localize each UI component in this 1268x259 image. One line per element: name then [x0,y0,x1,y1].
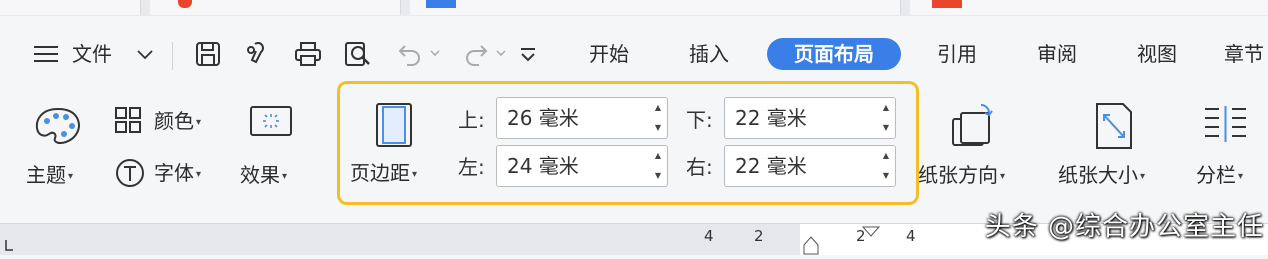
file-menu[interactable]: 文件 [72,42,112,66]
redo-icon[interactable] [460,38,492,70]
caret-down-icon: ▾ [196,168,202,180]
spin-up-icon[interactable]: ▲ [653,152,663,160]
theme-label: 主题 [26,163,66,187]
effect-label: 效果 [240,163,280,187]
size-label: 纸张大小 [1058,163,1138,187]
top-margin-value: 26 毫米 [507,106,579,130]
page-orientation-icon[interactable] [948,100,1000,152]
ruler-tick-label: 4 [906,227,916,245]
tab-home[interactable]: 开始 [576,38,642,70]
tab-review[interactable]: 审阅 [1024,38,1090,70]
tab-page-layout[interactable]: 页面布局 [767,38,901,70]
right-margin-label: 右: [686,155,713,179]
customize-toolbar-icon[interactable] [514,42,542,68]
print-preview-icon[interactable] [342,38,374,70]
pdf-doc-icon [932,0,962,8]
writer-doc-icon [426,0,456,8]
tab-label: 插入 [689,42,729,66]
tab-label: 章节 [1224,42,1264,66]
spin-down-icon[interactable]: ▼ [653,172,663,180]
font-label: 字体 [154,161,194,185]
color-button[interactable]: 颜色 ▾ [154,109,201,135]
ruler-tick-label: 2 [754,227,764,245]
document-tab[interactable] [410,0,960,15]
tab-view[interactable]: 视图 [1124,38,1190,70]
tab-insert[interactable]: 插入 [676,38,742,70]
spin-up-icon[interactable]: ▲ [653,104,663,112]
redo-dropdown-icon[interactable] [494,46,508,60]
undo-dropdown-icon[interactable] [428,46,442,60]
color-grid-icon[interactable] [112,104,144,136]
left-margin-input[interactable]: 24 毫米 ▲ ▼ [496,145,668,187]
save-icon[interactable] [192,38,224,70]
right-margin-value: 22 毫米 [735,154,807,178]
tab-label: 开始 [589,42,629,66]
orientation-label: 纸张方向 [918,163,998,187]
chevron-down-icon[interactable] [134,44,156,66]
bottom-margin-label: 下: [686,108,713,132]
print-icon[interactable] [292,38,324,70]
ruler-tick-label: 4 [704,227,714,245]
spin-down-icon[interactable]: ▼ [653,124,663,132]
document-tab[interactable] [0,0,192,15]
top-margin-label: 上: [458,108,485,132]
columns-label: 分栏 [1196,163,1236,187]
divider [172,42,173,70]
undo-icon[interactable] [394,38,426,70]
page-size-icon[interactable] [1090,100,1138,152]
caret-down-icon: ▾ [282,170,288,182]
left-margin-label: 左: [458,155,485,179]
spin-up-icon[interactable]: ▲ [881,152,891,160]
spin-down-icon[interactable]: ▼ [881,172,891,180]
right-margin-input[interactable]: 22 毫米 ▲ ▼ [724,145,896,187]
page-size-button[interactable]: 纸张大小 ▾ [1058,163,1145,189]
spin-up-icon[interactable]: ▲ [881,104,891,112]
tab-stop-selector[interactable] [0,224,14,254]
file-menu-label: 文件 [72,42,112,66]
left-margin-value: 24 毫米 [507,154,579,178]
caret-down-icon: ▾ [1000,170,1006,182]
bottom-margin-input[interactable]: 22 毫米 ▲ ▼ [724,97,896,139]
theme-button[interactable]: 主题 ▾ [26,163,73,189]
tab-section[interactable]: 章节 [1224,38,1268,70]
tab-label: 页面布局 [794,42,874,66]
caret-down-icon: ▾ [68,170,74,182]
caret-down-icon: ▾ [1140,170,1146,182]
tab-label: 引用 [937,42,977,66]
caret-down-icon: ▾ [1238,170,1244,182]
columns-button[interactable]: 分栏 ▾ [1196,163,1243,189]
document-tab[interactable] [910,0,1268,15]
first-line-indent-marker[interactable] [861,223,881,237]
spin-down-icon[interactable]: ▼ [881,124,891,132]
left-indent-marker[interactable] [803,236,819,255]
page-orientation-button[interactable]: 纸张方向 ▾ [918,163,1005,189]
margins-button[interactable]: 页边距 ▾ [350,161,417,187]
caret-down-icon: ▾ [196,116,202,128]
columns-icon[interactable] [1200,102,1252,148]
top-margin-input[interactable]: 26 毫米 ▲ ▼ [496,97,668,139]
margins-label: 页边距 [350,161,410,185]
theme-palette-icon[interactable] [32,104,84,148]
tab-label: 审阅 [1037,42,1077,66]
margins-page-icon[interactable] [372,100,416,150]
effect-icon[interactable] [248,104,294,138]
caret-down-icon: ▾ [412,168,418,180]
bottom-margin-value: 22 毫米 [735,106,807,130]
font-button[interactable]: 字体 ▾ [154,161,201,187]
effect-button[interactable]: 效果 ▾ [240,163,287,189]
format-painter-icon[interactable] [242,38,274,70]
hamburger-menu-icon[interactable] [32,42,60,66]
tab-references[interactable]: 引用 [924,38,990,70]
color-label: 颜色 [154,109,194,133]
watermark-text: 头条 @综合办公室主任 [984,212,1264,242]
tab-label: 视图 [1137,42,1177,66]
document-tab-strip [0,0,1268,17]
font-circle-icon[interactable] [112,155,148,191]
